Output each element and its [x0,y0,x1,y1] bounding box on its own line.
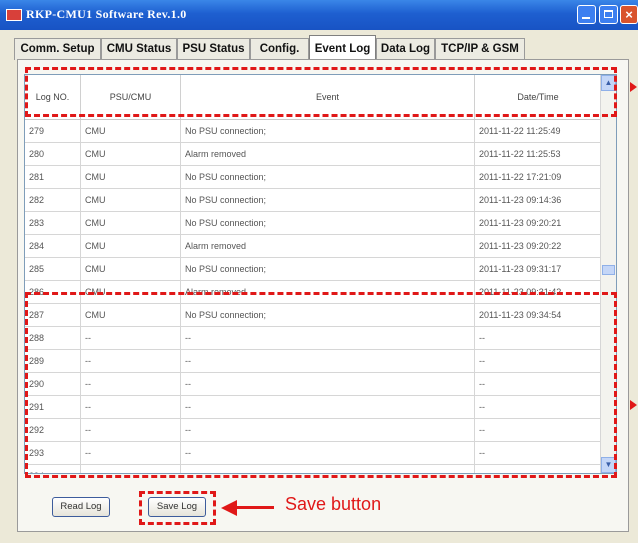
table-row[interactable]: 283 CMU No PSU connection; 2011-11-23 09:20… [25,212,602,235]
highlight-save-button-box [139,491,216,525]
title-bar[interactable]: RKP-CMU1 Software Rev.1.0 × [0,0,638,30]
minimize-button[interactable] [577,5,596,24]
tab-config[interactable]: Config. [250,38,309,60]
cell-source: CMU [81,212,181,234]
cell-log-no: 280 [25,143,81,165]
window-title: RKP-CMU1 Software Rev.1.0 [26,7,187,21]
tab-comm-setup[interactable]: Comm. Setup [14,38,101,60]
cell-event: No PSU connection; [181,166,475,188]
cell-event: No PSU connection; [181,189,475,211]
edge-arrow-icon [630,82,637,92]
cell-event: Alarm removed [181,235,475,257]
table-row[interactable]: 281 CMU No PSU connection; 2011-11-22 17:21… [25,166,602,189]
cell-event: No PSU connection; [181,258,475,280]
table-row[interactable]: 285 CMU No PSU connection; 2011-11-23 09:31… [25,258,602,281]
app-window: RKP-CMU1 Software Rev.1.0 × Comm. Setup … [0,0,638,543]
save-button-annotation: Save button [285,494,382,514]
cell-log-no: 285 [25,258,81,280]
cell-datetime: 2011-11-22 11:25:53 [475,143,602,165]
read-log-button[interactable]: Read Log [52,497,110,517]
cell-log-no: 279 [25,120,81,142]
cell-source: CMU [81,120,181,142]
table-row[interactable]: 284 CMU Alarm removed 2011-11-23 09:20:22 [25,235,602,258]
maximize-button[interactable] [599,5,618,24]
cell-datetime: 2011-11-23 09:20:21 [475,212,602,234]
tab-event-log[interactable]: Event Log [309,35,376,61]
cell-log-no: 281 [25,166,81,188]
cell-source: CMU [81,235,181,257]
cell-source: CMU [81,143,181,165]
cell-event: No PSU connection; [181,120,475,142]
cell-source: CMU [81,189,181,211]
cell-datetime: 2011-11-22 17:21:09 [475,166,602,188]
table-row[interactable]: 280 CMU Alarm removed 2011-11-22 11:25:53 [25,143,602,166]
table-row[interactable]: 279 CMU No PSU connection; 2011-11-22 11:25… [25,120,602,143]
tab-data-log[interactable]: Data Log [376,38,435,60]
app-icon [6,9,22,21]
annotation-arrow-icon [221,500,237,516]
highlight-empty-rows-box [25,292,617,478]
tab-tcpip-gsm[interactable]: TCP/IP & GSM [435,38,525,60]
highlight-header-box [25,67,617,117]
cell-datetime: 2011-11-23 09:31:17 [475,258,602,280]
cell-event: No PSU connection; [181,212,475,234]
cell-datetime: 2011-11-23 09:14:36 [475,189,602,211]
close-button[interactable]: × [620,5,638,24]
cell-event: Alarm removed [181,143,475,165]
cell-datetime: 2011-11-23 09:20:22 [475,235,602,257]
scroll-thumb[interactable] [602,265,615,275]
annotation-arrow-shaft [236,506,274,509]
cell-source: CMU [81,166,181,188]
cell-log-no: 283 [25,212,81,234]
cell-log-no: 284 [25,235,81,257]
cell-log-no: 282 [25,189,81,211]
table-row[interactable]: 282 CMU No PSU connection; 2011-11-23 09:14… [25,189,602,212]
cell-datetime: 2011-11-22 11:25:49 [475,120,602,142]
tab-cmu-status[interactable]: CMU Status [101,38,177,60]
edge-arrow-icon [630,400,637,410]
cell-source: CMU [81,258,181,280]
tab-psu-status[interactable]: PSU Status [177,38,250,60]
